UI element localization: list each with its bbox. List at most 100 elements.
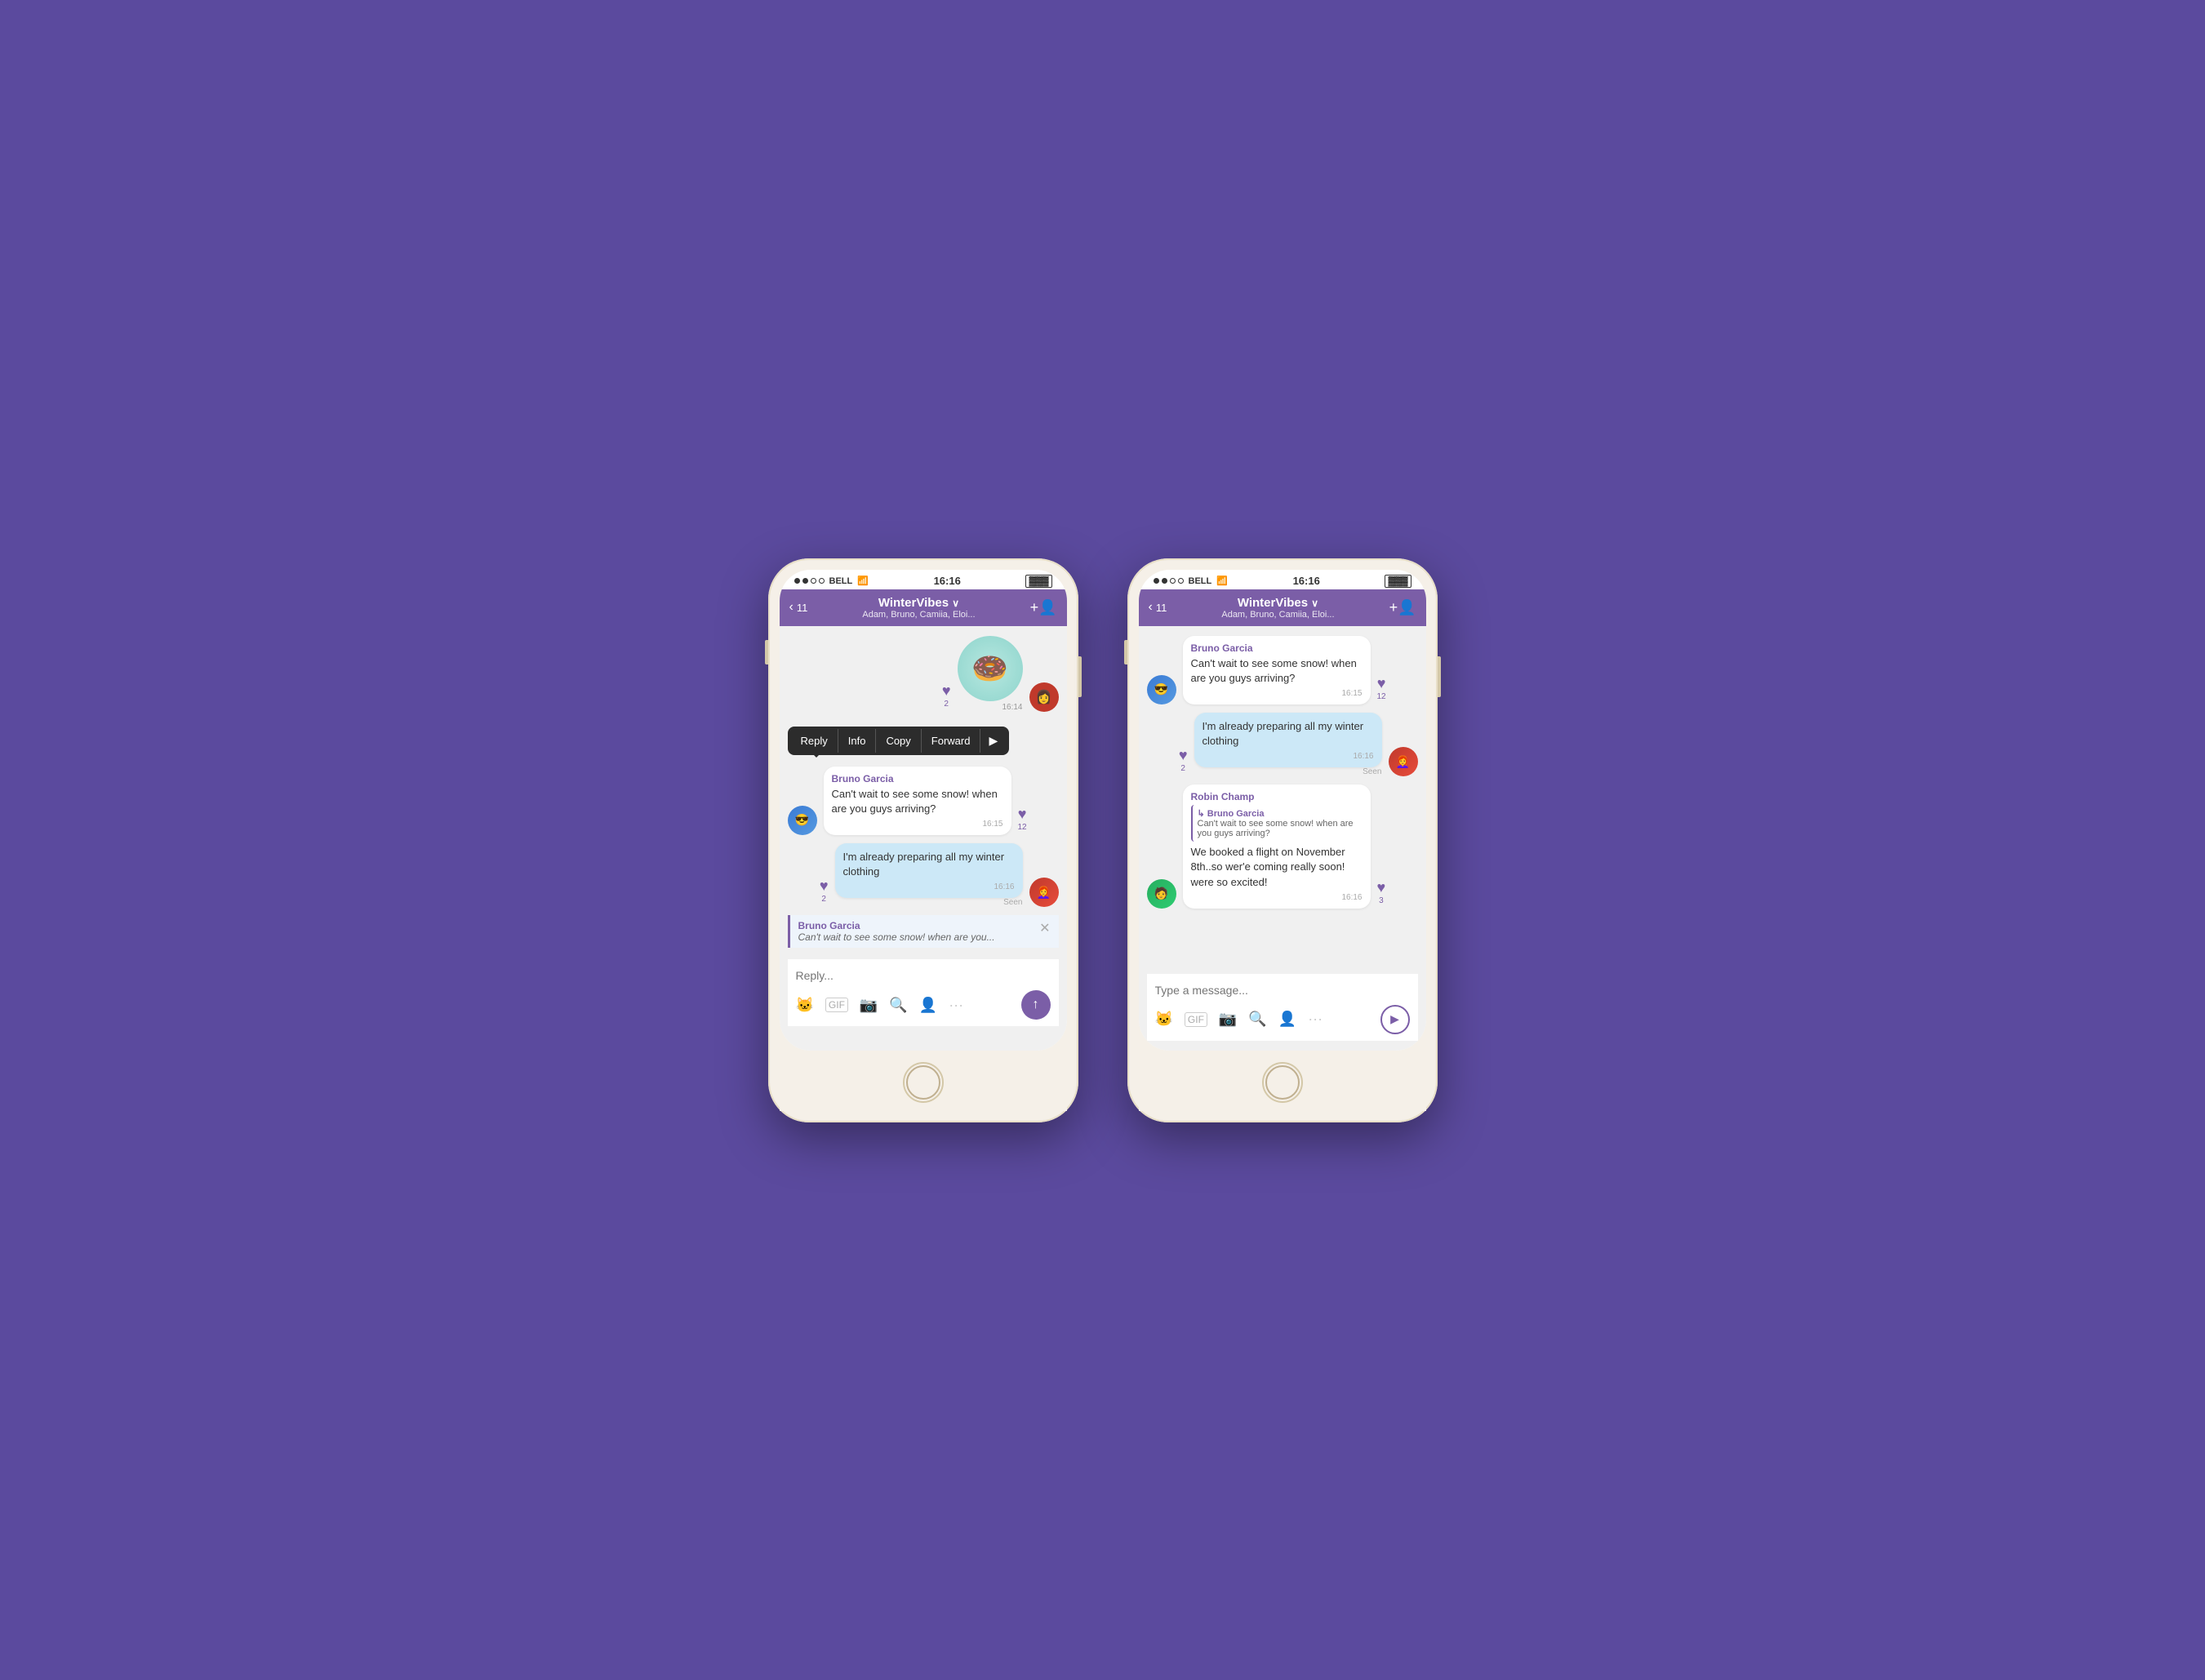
sender-p2-bruno: Bruno Garcia — [1191, 642, 1363, 654]
reply-close-1[interactable]: ✕ — [1039, 920, 1050, 936]
home-button-inner-1 — [906, 1065, 940, 1100]
bubble-bruno-1[interactable]: Bruno Garcia Can't wait to see some snow… — [824, 767, 1011, 835]
input-area-2: 🐱 GIF 📷 🔍 👤 ··· ▶ — [1147, 974, 1418, 1041]
heart-icon-p2-bruno: ♥ — [1377, 675, 1386, 692]
gif-tool-1[interactable]: GIF — [825, 998, 848, 1012]
chat-subtitle-2: Adam, Bruno, Camiia, Eloi... — [1221, 610, 1334, 620]
emoji-tool-2[interactable]: 🐱 — [1155, 1011, 1173, 1028]
back-chevron-1: ‹ — [789, 600, 794, 615]
time-p2-bruno: 16:15 — [1191, 689, 1363, 698]
home-area-2 — [1139, 1051, 1426, 1111]
input-area-1: 🐱 GIF 📷 🔍 👤 ··· ↑ — [788, 959, 1059, 1026]
camera-tool-2[interactable]: 📷 — [1219, 1011, 1237, 1028]
search-tool-2[interactable]: 🔍 — [1248, 1011, 1266, 1028]
seen-label-1: Seen — [835, 898, 1023, 907]
text-p2-self: I'm already preparing all my winter clot… — [1203, 719, 1374, 749]
header-center-1: WinterVibes ∨ Adam, Bruno, Camiia, Eloi.… — [862, 596, 975, 620]
time-p2-self: 16:16 — [1203, 752, 1374, 761]
sender-p2-robin: Robin Champ — [1191, 791, 1363, 802]
more-tool-2[interactable]: ··· — [1308, 1011, 1323, 1028]
heart-count-p2-robin: 3 — [1379, 896, 1384, 905]
heart-p2-self: ♥ 2 — [1179, 747, 1188, 773]
spacer-2 — [1147, 917, 1418, 966]
home-button-1[interactable] — [903, 1062, 944, 1103]
avatar-p2-self: 👩‍🦰 — [1389, 747, 1418, 776]
heart-p2-robin: ♥ 3 — [1377, 879, 1386, 905]
back-chevron-2: ‹ — [1149, 600, 1153, 615]
text-self-1: I'm already preparing all my winter clot… — [843, 850, 1015, 879]
quoted-message-robin: ↳ Bruno Garcia Can't wait to see some sn… — [1191, 805, 1363, 842]
gif-tool-2[interactable]: GIF — [1185, 1012, 1207, 1027]
heart-count-p2-bruno: 12 — [1377, 692, 1386, 701]
copy-btn[interactable]: Copy — [876, 729, 921, 753]
forward-btn[interactable]: Forward — [922, 729, 981, 753]
chat-area-1: ♥ 2 🍩 16:14 👩 Reply — [780, 626, 1067, 1051]
info-btn[interactable]: Info — [838, 729, 877, 753]
heart-icon-p2-robin: ♥ — [1377, 879, 1386, 896]
heart-icon-sticker-1: ♥ — [942, 682, 951, 700]
app-header-1: ‹ 11 WinterVibes ∨ Adam, Bruno, Camiia, … — [780, 589, 1067, 626]
send-button-1[interactable]: ↑ — [1021, 990, 1051, 1020]
bubble-p2-self[interactable]: I'm already preparing all my winter clot… — [1194, 713, 1382, 767]
heart-count-1: 12 — [1018, 823, 1027, 832]
reply-bar-1: Bruno Garcia Can't wait to see some snow… — [788, 915, 1059, 948]
heart-p2-bruno: ♥ 12 — [1377, 675, 1386, 701]
battery-icon-2: ▓▓▓ — [1385, 575, 1411, 588]
avatar-bruno-1: 😎 — [788, 806, 817, 835]
home-area-1 — [780, 1051, 1067, 1111]
person-tool-1[interactable]: 👤 — [919, 997, 937, 1014]
more-tool-1[interactable]: ··· — [949, 997, 963, 1014]
wifi-icon-1: 📶 — [857, 576, 869, 586]
quoted-text-robin: Can't wait to see some snow! when are yo… — [1198, 819, 1358, 838]
header-add-2[interactable]: +👤 — [1389, 599, 1416, 616]
avatar-self-1: 👩‍🦰 — [1029, 878, 1059, 907]
app-header-2: ‹ 11 WinterVibes ∨ Adam, Bruno, Camiia, … — [1139, 589, 1426, 626]
battery-icon-1: ▓▓▓ — [1025, 575, 1051, 588]
home-button-2[interactable] — [1262, 1062, 1303, 1103]
sender-bruno-1: Bruno Garcia — [832, 773, 1003, 784]
chat-area-2: 😎 Bruno Garcia Can't wait to see some sn… — [1139, 626, 1426, 1051]
time-bruno-1: 16:15 — [832, 820, 1003, 829]
carrier-info-1: BELL 📶 — [794, 576, 869, 586]
header-add-1[interactable]: +👤 — [1030, 599, 1057, 616]
sticker-heart-1: ♥ 2 — [942, 682, 951, 709]
search-tool-1[interactable]: 🔍 — [889, 997, 907, 1014]
time-p2-robin: 16:16 — [1191, 893, 1363, 902]
sticker-sender-avatar-1: 👩 — [1029, 682, 1059, 712]
person-tool-2[interactable]: 👤 — [1278, 1011, 1296, 1028]
heart-icon-p2-self: ♥ — [1179, 747, 1188, 764]
camera-tool-1[interactable]: 📷 — [860, 997, 878, 1014]
header-back-1[interactable]: ‹ 11 — [789, 600, 808, 615]
message-input-1[interactable] — [796, 966, 1051, 985]
more-arrow-1[interactable]: ▶ — [980, 728, 1006, 753]
carrier-label-1: BELL — [829, 576, 853, 586]
send-button-2[interactable]: ▶ — [1380, 1005, 1410, 1034]
carrier-label-2: BELL — [1189, 576, 1212, 586]
add-person-icon-1: +👤 — [1030, 599, 1057, 616]
bubble-p2-robin[interactable]: Robin Champ ↳ Bruno Garcia Can't wait to… — [1183, 784, 1371, 909]
phone-2-screen: BELL 📶 16:16 ▓▓▓ ‹ 11 WinterVibes ∨ — [1139, 570, 1426, 1051]
title-chevron-2: ∨ — [1311, 598, 1318, 609]
bubble-self-1[interactable]: I'm already preparing all my winter clot… — [835, 843, 1023, 898]
input-tools-1: 🐱 GIF 📷 🔍 👤 ··· ↑ — [796, 990, 1051, 1020]
reply-btn[interactable]: Reply — [791, 729, 838, 753]
context-menu-1: Reply Info Copy Forward ▶ — [788, 727, 1010, 755]
message-input-2[interactable] — [1155, 980, 1410, 1000]
back-count-2: 11 — [1156, 602, 1167, 614]
header-center-2: WinterVibes ∨ Adam, Bruno, Camiia, Eloi.… — [1221, 596, 1334, 620]
message-row-bruno-1: 😎 Bruno Garcia Can't wait to see some sn… — [788, 767, 1059, 835]
phone-1-screen: BELL 📶 16:16 ▓▓▓ ‹ 11 WinterVibes ∨ — [780, 570, 1067, 1051]
chat-subtitle-1: Adam, Bruno, Camiia, Eloi... — [862, 610, 975, 620]
message-row-p2-bruno: 😎 Bruno Garcia Can't wait to see some sn… — [1147, 636, 1418, 704]
title-chevron-1: ∨ — [952, 598, 959, 609]
chat-title-2: WinterVibes ∨ — [1221, 596, 1334, 610]
avatar-p2-robin: 🧑 — [1147, 879, 1176, 909]
header-back-2[interactable]: ‹ 11 — [1149, 600, 1167, 615]
emoji-tool-1[interactable]: 🐱 — [796, 997, 814, 1014]
bubble-p2-bruno[interactable]: Bruno Garcia Can't wait to see some snow… — [1183, 636, 1371, 704]
phone-2: BELL 📶 16:16 ▓▓▓ ‹ 11 WinterVibes ∨ — [1127, 558, 1438, 1122]
heart-count-self-1: 2 — [821, 895, 826, 904]
message-row-p2-robin: 🧑 Robin Champ ↳ Bruno Garcia Can't wait … — [1147, 784, 1418, 909]
seen-label-2: Seen — [1194, 767, 1382, 776]
heart-count-p2-self: 2 — [1180, 764, 1185, 773]
